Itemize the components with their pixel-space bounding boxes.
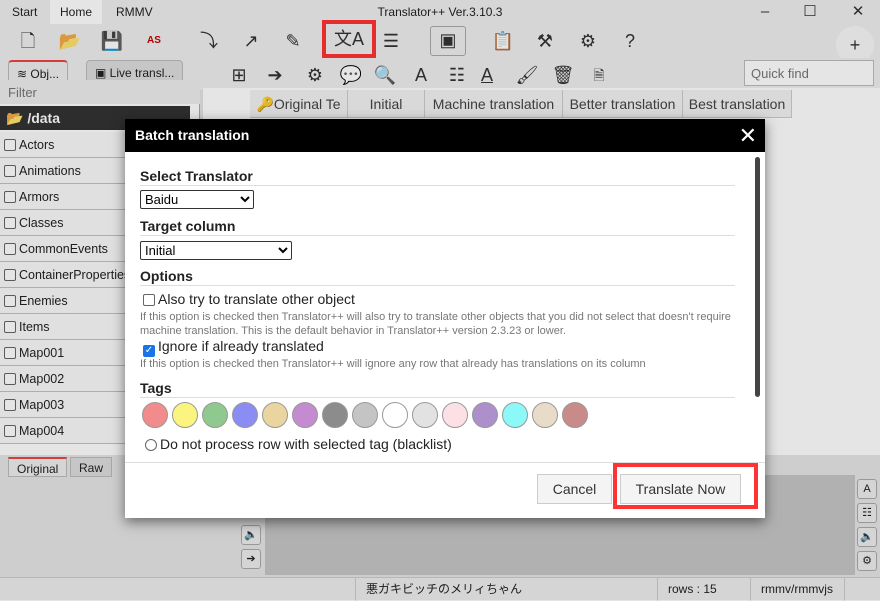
tag-color[interactable] bbox=[382, 402, 408, 428]
tag-color[interactable] bbox=[562, 402, 588, 428]
option-translate-other[interactable]: Also try to translate other object bbox=[143, 291, 355, 307]
tag-color[interactable] bbox=[472, 402, 498, 428]
tag-color[interactable] bbox=[262, 402, 288, 428]
option-ignore-translated[interactable]: ✓ Ignore if already translated bbox=[143, 338, 324, 357]
radio[interactable] bbox=[145, 439, 157, 451]
cancel-button[interactable]: Cancel bbox=[537, 474, 612, 504]
translate-now-button[interactable]: Translate Now bbox=[620, 474, 741, 504]
select-translator-label: Select Translator bbox=[140, 168, 735, 186]
tag-color[interactable] bbox=[412, 402, 438, 428]
tag-color[interactable] bbox=[202, 402, 228, 428]
translator-select[interactable]: Baidu bbox=[140, 190, 254, 209]
tag-color[interactable] bbox=[352, 402, 378, 428]
blacklist-option[interactable]: Do not process row with selected tag (bl… bbox=[145, 436, 452, 452]
tag-color[interactable] bbox=[172, 402, 198, 428]
tag-color[interactable] bbox=[142, 402, 168, 428]
tag-color[interactable] bbox=[322, 402, 348, 428]
tag-color[interactable] bbox=[442, 402, 468, 428]
dialog-header: Batch translation ✕ bbox=[125, 119, 765, 152]
tag-color[interactable] bbox=[532, 402, 558, 428]
tags-label: Tags bbox=[140, 380, 735, 398]
close-icon[interactable]: ✕ bbox=[739, 119, 757, 152]
dialog-scrollbar[interactable] bbox=[755, 157, 760, 397]
batch-translation-dialog: Batch translation ✕ Select Translator Ba… bbox=[125, 119, 765, 518]
tag-color[interactable] bbox=[502, 402, 528, 428]
target-column-select[interactable]: Initial bbox=[140, 241, 292, 260]
options-label: Options bbox=[140, 268, 735, 286]
tag-color[interactable] bbox=[232, 402, 258, 428]
option-ignore-translated-desc: If this option is checked then Translato… bbox=[140, 358, 646, 370]
tag-color[interactable] bbox=[292, 402, 318, 428]
checkbox-checked[interactable]: ✓ bbox=[143, 345, 155, 357]
option-translate-other-desc: If this option is checked then Translato… bbox=[140, 311, 731, 337]
dialog-title: Batch translation bbox=[135, 127, 250, 143]
target-column-label: Target column bbox=[140, 218, 735, 236]
checkbox[interactable] bbox=[143, 294, 155, 306]
